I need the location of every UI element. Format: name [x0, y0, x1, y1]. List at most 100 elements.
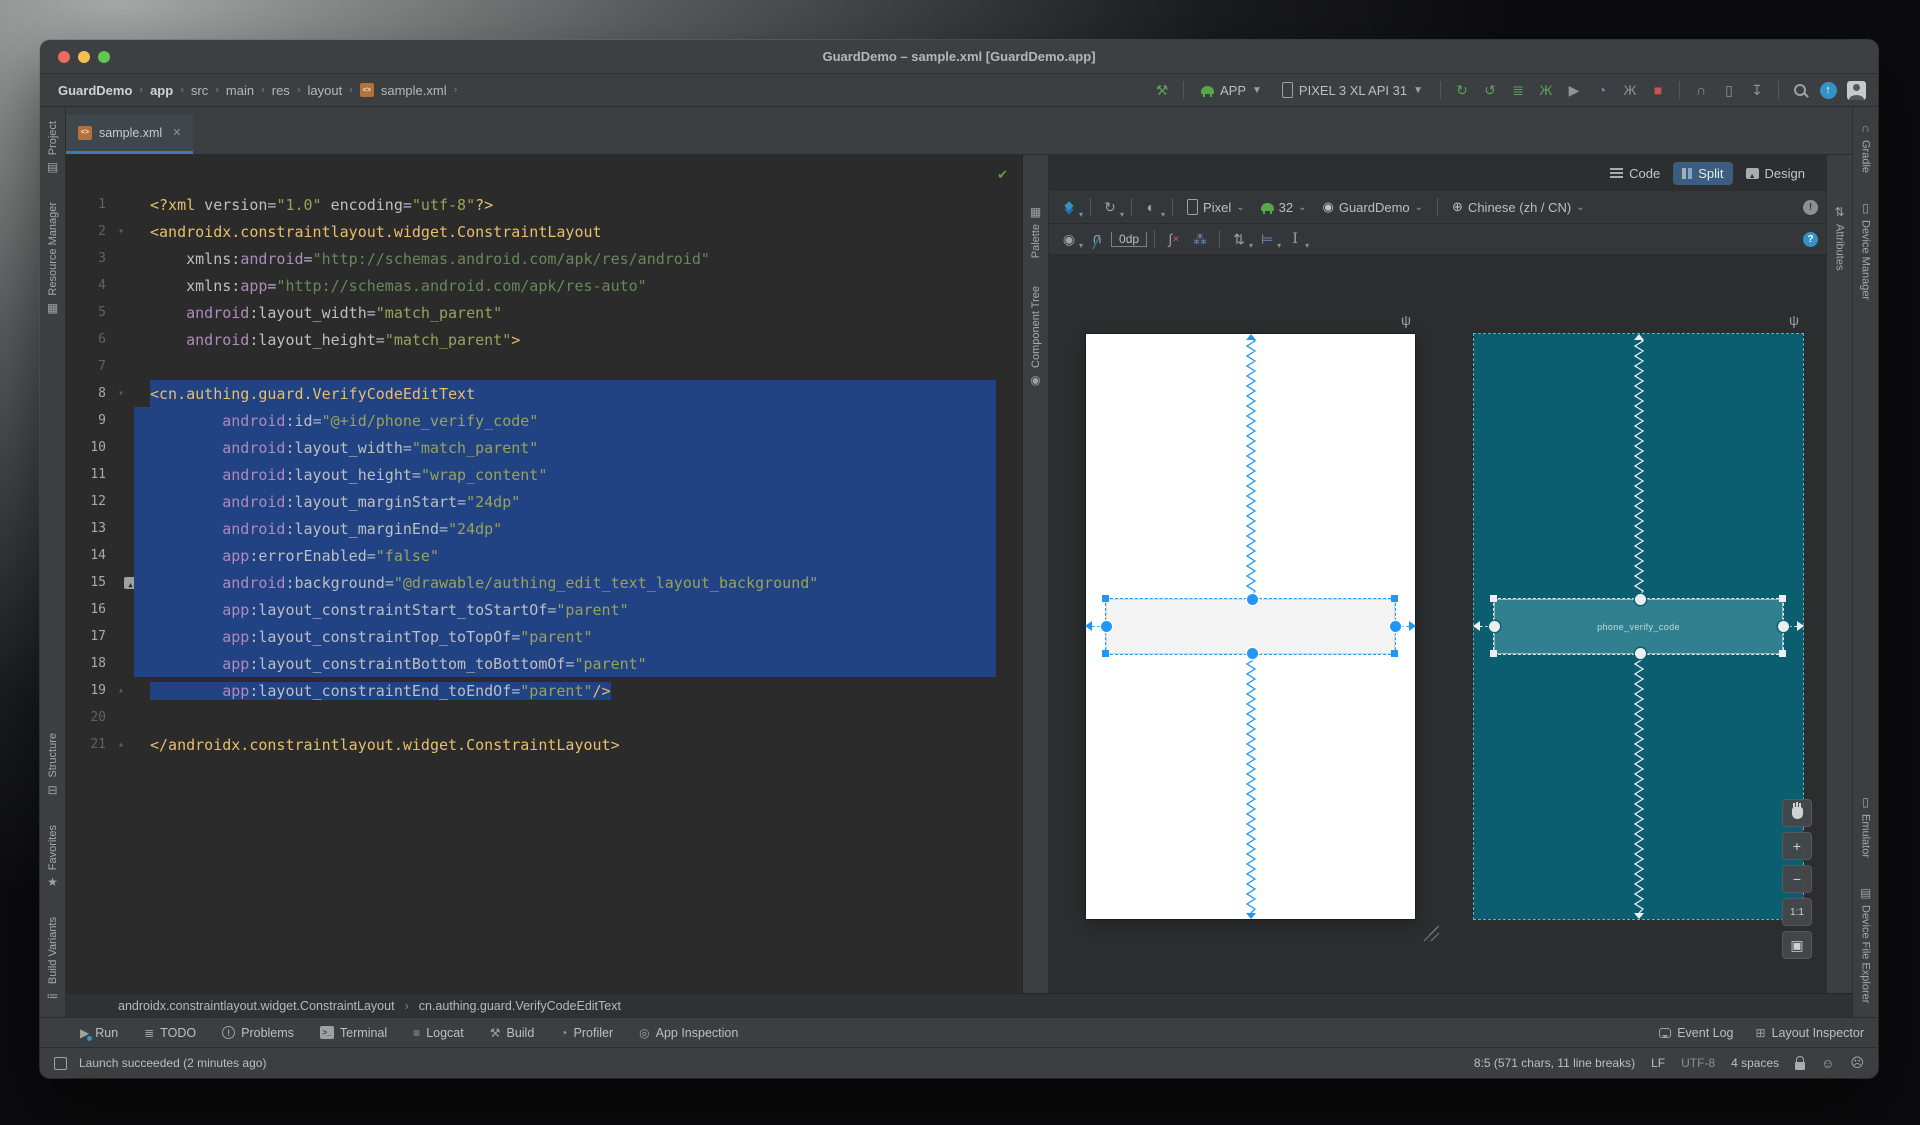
- design-surface[interactable]: ψ ψ phone_verify_code + − 1:1 ▣: [1049, 255, 1826, 993]
- sidebar-item-resource-manager[interactable]: Resource Manager ▦: [47, 202, 59, 315]
- fold-marker-icon[interactable]: ▾: [118, 226, 124, 237]
- toolwindow-todo[interactable]: ≣ TODO: [144, 1026, 196, 1040]
- sidebar-item-emulator[interactable]: ▯ Emulator: [1860, 795, 1872, 858]
- align-icon[interactable]: ⊨: [1255, 228, 1279, 250]
- code-line-11[interactable]: 11 android:layout_height="wrap_content": [66, 461, 1022, 488]
- caret-position[interactable]: 8:5 (571 chars, 11 line breaks): [1474, 1056, 1635, 1070]
- device-manager-icon[interactable]: ▯: [1717, 79, 1741, 101]
- code-line-5[interactable]: 5 android:layout_width="match_parent": [66, 299, 1022, 326]
- code-line-17[interactable]: 17 app:layout_constraintTop_toTopOf="par…: [66, 623, 1022, 650]
- xml-breadcrumb-item[interactable]: androidx.constraintlayout.widget.Constra…: [118, 999, 395, 1013]
- apply-code-changes-icon[interactable]: ≣: [1506, 79, 1530, 101]
- code-line-7[interactable]: 7: [66, 353, 1022, 380]
- breadcrumb-item-app[interactable]: app: [150, 83, 173, 98]
- issue-panel-icon[interactable]: !: [1803, 199, 1818, 215]
- pan-tool-button[interactable]: [1782, 799, 1812, 827]
- clear-constraints-icon[interactable]: ∫ ✕: [1162, 228, 1186, 250]
- sidebar-item-gradle[interactable]: ∩ Gradle: [1860, 121, 1872, 173]
- mode-design-button[interactable]: ▲ Design: [1737, 162, 1814, 185]
- toolwindow-problems[interactable]: ! Problems: [222, 1026, 294, 1040]
- happy-feedback-icon[interactable]: ☺: [1821, 1056, 1834, 1071]
- view-options-icon[interactable]: ◉: [1057, 228, 1081, 250]
- tab-palette[interactable]: ▦ Palette: [1030, 205, 1042, 258]
- toolwindow-event-log[interactable]: Event Log: [1659, 1026, 1734, 1040]
- resize-handle[interactable]: [1779, 595, 1786, 602]
- constraint-anchor[interactable]: [1390, 621, 1401, 632]
- code-line-13[interactable]: 13 android:layout_marginEnd="24dp": [66, 515, 1022, 542]
- code-editor[interactable]: 1 <?xml version="1.0" encoding="utf-8"?> 2…: [66, 155, 1022, 993]
- preview-locale-device[interactable]: ψ phone_verify_code: [1473, 312, 1804, 920]
- code-line-14[interactable]: 14 app:errorEnabled="false": [66, 542, 1022, 569]
- sidebar-item-favorites[interactable]: Favorites ★: [47, 825, 59, 889]
- toolwindow-app-inspection[interactable]: ◎ App Inspection: [639, 1026, 738, 1040]
- breadcrumb-item-res[interactable]: res: [272, 83, 290, 98]
- breadcrumb-item-sample-xml[interactable]: sample.xml: [381, 83, 447, 98]
- constraint-anchor[interactable]: [1247, 648, 1258, 659]
- canvas-resize-grip[interactable]: [1423, 925, 1439, 941]
- code-line-1[interactable]: 1 <?xml version="1.0" encoding="utf-8"?>: [66, 191, 1022, 218]
- fold-marker-icon[interactable]: ▴: [118, 739, 124, 750]
- encoding-indicator[interactable]: UTF-8: [1681, 1056, 1715, 1070]
- zoom-window-button[interactable]: [98, 50, 110, 63]
- attach-debugger-icon[interactable]: Ж: [1618, 79, 1642, 101]
- resize-handle[interactable]: [1391, 650, 1398, 657]
- code-line-20[interactable]: 20: [66, 704, 1022, 731]
- breadcrumb-item-guarddemo[interactable]: GuardDemo: [58, 83, 132, 98]
- code-line-2[interactable]: 2 ▾ <androidx.constraintlayout.widget.Cons…: [66, 218, 1022, 245]
- code-line-6[interactable]: 6 android:layout_height="match_parent">: [66, 326, 1022, 353]
- profile-avatar-icon[interactable]: [1844, 79, 1868, 101]
- mode-code-button[interactable]: Code: [1601, 162, 1669, 185]
- toolwindow-run[interactable]: ▶ Run: [80, 1026, 118, 1041]
- code-line-15[interactable]: 15 ▲ android:background="@drawable/authin…: [66, 569, 1022, 596]
- api-version-select[interactable]: 32 ⌄: [1254, 200, 1314, 215]
- default-margin-select[interactable]: 0dp: [1111, 231, 1148, 247]
- verify-code-edit-text[interactable]: [1105, 598, 1396, 655]
- theme-select[interactable]: ◉ GuardDemo ⌄: [1315, 199, 1430, 215]
- debug-icon[interactable]: Ж: [1534, 79, 1558, 101]
- target-device-select[interactable]: PIXEL 3 XL API 31 ▼: [1274, 78, 1431, 102]
- mode-split-button[interactable]: Split: [1673, 161, 1733, 185]
- indent-indicator[interactable]: 4 spaces: [1731, 1056, 1779, 1070]
- resize-handle[interactable]: [1779, 650, 1786, 657]
- breadcrumb-item-main[interactable]: main: [226, 83, 254, 98]
- resize-handle[interactable]: [1490, 650, 1497, 657]
- sdk-manager-icon[interactable]: ↧: [1745, 79, 1769, 101]
- write-access-lock-icon[interactable]: [1795, 1055, 1806, 1070]
- code-line-10[interactable]: 10 android:layout_width="match_parent": [66, 434, 1022, 461]
- build-hammer-icon[interactable]: ⚒: [1150, 79, 1174, 101]
- constraint-anchor[interactable]: [1489, 621, 1500, 632]
- profiler-icon[interactable]: ◔: [1590, 79, 1614, 101]
- resize-handle[interactable]: [1102, 650, 1109, 657]
- toolwindow-logcat[interactable]: ≡ Logcat: [413, 1026, 464, 1040]
- minimize-window-button[interactable]: [78, 50, 90, 63]
- resize-handle[interactable]: [1490, 595, 1497, 602]
- preview-default-device[interactable]: ψ: [1085, 312, 1416, 919]
- apply-changes-icon[interactable]: ↺: [1478, 79, 1502, 101]
- device-for-preview-select[interactable]: Pixel ⌄: [1180, 199, 1252, 215]
- resize-handle[interactable]: [1102, 595, 1109, 602]
- rerun-icon[interactable]: ↻: [1450, 79, 1474, 101]
- verify-code-edit-text[interactable]: phone_verify_code: [1493, 598, 1784, 655]
- infer-constraints-icon[interactable]: ⁂: [1188, 228, 1212, 250]
- breadcrumb-item-layout[interactable]: layout: [307, 83, 342, 98]
- constraint-anchor[interactable]: [1635, 648, 1646, 659]
- close-window-button[interactable]: [58, 50, 70, 63]
- code-line-19[interactable]: 19 ▴ app:layout_constraintEnd_toEndOf="pa…: [66, 677, 1022, 704]
- help-icon[interactable]: ?: [1803, 231, 1818, 247]
- night-mode-icon[interactable]: ◐: [1139, 196, 1163, 218]
- run-with-coverage-icon[interactable]: ▶: [1562, 79, 1586, 101]
- constraint-anchor[interactable]: [1101, 621, 1112, 632]
- sidebar-item-project[interactable]: Project ▤: [47, 121, 59, 174]
- toolwindow-terminal[interactable]: >_ Terminal: [319, 1026, 387, 1040]
- guidelines-icon[interactable]: I: [1283, 228, 1307, 250]
- tab-component-tree[interactable]: Component Tree ◉: [1030, 286, 1042, 387]
- sync-project-gradle-icon[interactable]: ∩: [1689, 79, 1713, 101]
- resize-handle[interactable]: [1391, 595, 1398, 602]
- zoom-actual-size-button[interactable]: 1:1: [1782, 898, 1812, 926]
- fold-marker-icon[interactable]: ▴: [118, 685, 124, 696]
- xml-breadcrumb-item[interactable]: cn.authing.guard.VerifyCodeEditText: [419, 999, 621, 1013]
- code-line-3[interactable]: 3 xmlns:android="http://schemas.android.…: [66, 245, 1022, 272]
- code-line-12[interactable]: 12 android:layout_marginStart="24dp": [66, 488, 1022, 515]
- zoom-to-fit-button[interactable]: ▣: [1782, 931, 1812, 959]
- pack-icon[interactable]: ⇅: [1227, 228, 1251, 250]
